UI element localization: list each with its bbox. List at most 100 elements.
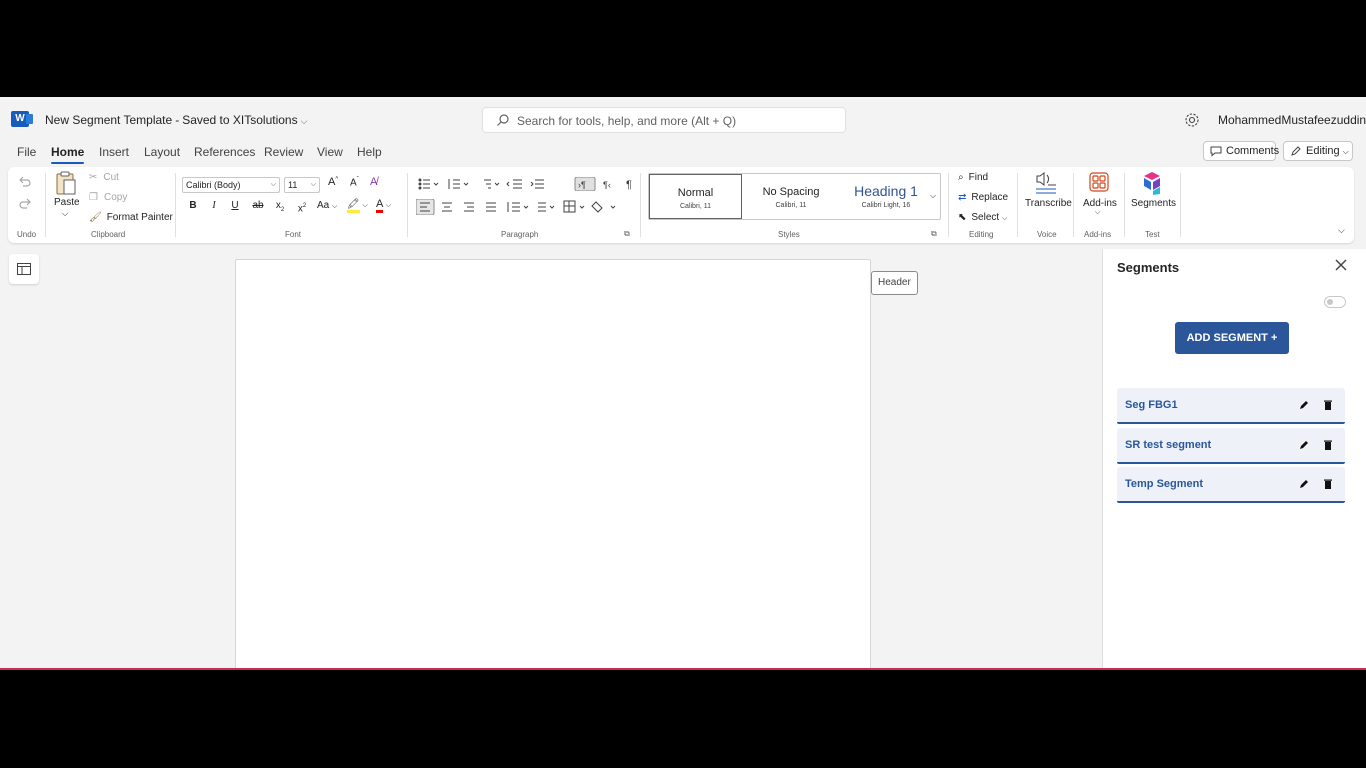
replace-button[interactable]: ⇄ Replace [958, 192, 1008, 203]
document-title[interactable]: New Segment Template - Saved to XITsolutio… [45, 113, 307, 127]
pane-title: Segments [1117, 260, 1180, 275]
document-page[interactable] [235, 259, 871, 668]
user-name[interactable]: MohammedMustafeezuddin [1218, 113, 1366, 127]
divider [1124, 173, 1125, 237]
segments-toggle[interactable] [1324, 296, 1346, 308]
paragraph-row2-icons[interactable] [416, 199, 628, 215]
chevron-down-icon[interactable]: ⌵ [62, 209, 68, 219]
addins-label[interactable]: Add-ins [1083, 198, 1117, 209]
comments-label: Comments [1226, 145, 1280, 157]
style-normal[interactable]: Normal Calibri, 11 [649, 174, 742, 219]
title-separator: - [175, 113, 180, 127]
chevron-down-icon: ⌵ [362, 202, 368, 209]
find-button[interactable]: ⌕ Find [958, 172, 988, 183]
segments-icon[interactable] [1140, 170, 1164, 196]
copy-label: Copy [103, 192, 128, 203]
tab-home[interactable]: Home [51, 145, 85, 164]
style-heading-1-name: Heading 1 [854, 183, 918, 199]
font-name-select[interactable]: Calibri (Body) ⌵ [182, 177, 280, 193]
navigation-pane-toggle[interactable] [9, 254, 39, 284]
dialog-launcher-icon[interactable]: ⧉ [624, 229, 630, 239]
add-segment-button[interactable]: ADD SEGMENT + [1175, 322, 1289, 354]
change-case-button[interactable]: Aa ⌵ [317, 200, 337, 211]
navigation-pane-icon [17, 263, 31, 275]
style-heading-1[interactable]: Heading 1 Calibri Light, 16 [841, 174, 931, 219]
scissors-icon: ✂ [89, 172, 98, 183]
paragraph-row1-icons[interactable]: ›¶ ¶‹ ¶ [418, 177, 638, 191]
search-icon [497, 114, 509, 126]
search-placeholder: Search for tools, help, and more (Alt + … [517, 114, 737, 128]
segment-item[interactable]: SR test segment [1117, 428, 1345, 464]
edit-pencil-icon[interactable] [1298, 478, 1310, 490]
edit-pencil-icon[interactable] [1298, 399, 1310, 411]
style-no-spacing-name: No Spacing [762, 186, 820, 198]
highlight-color-button[interactable]: 🖍 ⌵ [347, 199, 368, 213]
tab-layout[interactable]: Layout [144, 145, 180, 159]
chevron-down-icon: ⌵ [385, 202, 392, 209]
tab-help[interactable]: Help [357, 145, 382, 159]
font-size-select[interactable]: 11 ⌵ [284, 177, 320, 193]
segment-label: Temp Segment [1125, 478, 1204, 490]
tab-view[interactable]: View [317, 145, 343, 159]
search-box[interactable]: Search for tools, help, and more (Alt + … [482, 107, 846, 133]
transcribe-label[interactable]: Transcribe [1025, 198, 1072, 209]
segment-label: SR test segment [1125, 439, 1212, 451]
divider [1017, 173, 1018, 237]
gear-icon[interactable] [1184, 112, 1200, 128]
tab-file[interactable]: File [17, 145, 36, 159]
grow-font-button[interactable]: A^ [328, 176, 338, 188]
chevron-down-icon: ⌵ [332, 203, 338, 210]
ribbon-collapse-icon[interactable]: ⌵ [1338, 225, 1345, 236]
pencil-icon [1291, 146, 1301, 156]
strikethrough-button[interactable]: ab [250, 199, 266, 213]
styles-more-icon[interactable]: ⌵ [930, 191, 936, 201]
addins-icon[interactable] [1089, 172, 1109, 192]
group-label-editing: Editing [969, 230, 994, 239]
chevron-down-icon[interactable]: ⌵ [1095, 209, 1100, 217]
font-color-button[interactable]: A ⌵ [376, 198, 392, 213]
style-no-spacing[interactable]: No Spacing Calibri, 11 [745, 174, 837, 219]
underline-button[interactable]: U [228, 199, 242, 213]
cursor-icon: ⬉ [958, 212, 967, 223]
style-normal-name: Normal [677, 187, 714, 199]
transcribe-icon[interactable] [1034, 171, 1058, 197]
tab-review[interactable]: Review [264, 145, 303, 159]
font-name-value: Calibri (Body) [186, 180, 241, 190]
svg-text:¶‹: ¶‹ [603, 180, 611, 190]
word-logo-icon[interactable]: W [11, 111, 33, 127]
undo-icon[interactable] [18, 175, 32, 189]
comments-button[interactable]: Comments [1203, 141, 1280, 161]
paste-icon[interactable] [55, 170, 77, 196]
trash-icon[interactable] [1322, 399, 1334, 411]
format-painter-label: Format Painter [106, 212, 173, 223]
segment-item[interactable]: Temp Segment [1117, 467, 1345, 503]
bold-button[interactable]: B [186, 199, 200, 213]
subscript-button[interactable]: x2 [273, 199, 287, 213]
redo-icon[interactable] [18, 197, 32, 211]
chevron-down-icon: ⌵ [1342, 147, 1349, 156]
superscript-button[interactable]: x2 [295, 199, 309, 214]
italic-button[interactable]: I [207, 199, 221, 213]
shrink-font-button[interactable]: Aˇ [350, 177, 359, 188]
trash-icon[interactable] [1322, 439, 1334, 451]
divider [1073, 173, 1074, 237]
format-painter-button[interactable]: 🖌 Format Painter [89, 212, 173, 223]
tab-insert[interactable]: Insert [99, 145, 129, 159]
header-tag[interactable]: Header [871, 271, 918, 295]
copy-button[interactable]: ❐ Copy [89, 192, 127, 203]
dialog-launcher-icon[interactable]: ⧉ [931, 229, 937, 239]
tab-references[interactable]: References [194, 145, 255, 159]
divider [45, 173, 46, 237]
group-label-undo: Undo [17, 230, 37, 239]
trash-icon[interactable] [1322, 478, 1334, 490]
segments-label[interactable]: Segments [1131, 198, 1176, 209]
clear-formatting-icon[interactable]: A̸ [370, 176, 377, 188]
paste-label[interactable]: Paste [54, 197, 80, 208]
cut-button[interactable]: ✂ Cut [89, 172, 119, 183]
segment-item[interactable]: Seg FBG1 [1117, 388, 1345, 424]
highlighter-icon: 🖍 [347, 199, 360, 213]
editing-mode-button[interactable]: Editing ⌵ [1283, 141, 1353, 161]
select-button[interactable]: ⬉ Select ⌵ [958, 212, 1007, 223]
edit-pencil-icon[interactable] [1298, 439, 1310, 451]
close-icon[interactable] [1333, 257, 1349, 273]
